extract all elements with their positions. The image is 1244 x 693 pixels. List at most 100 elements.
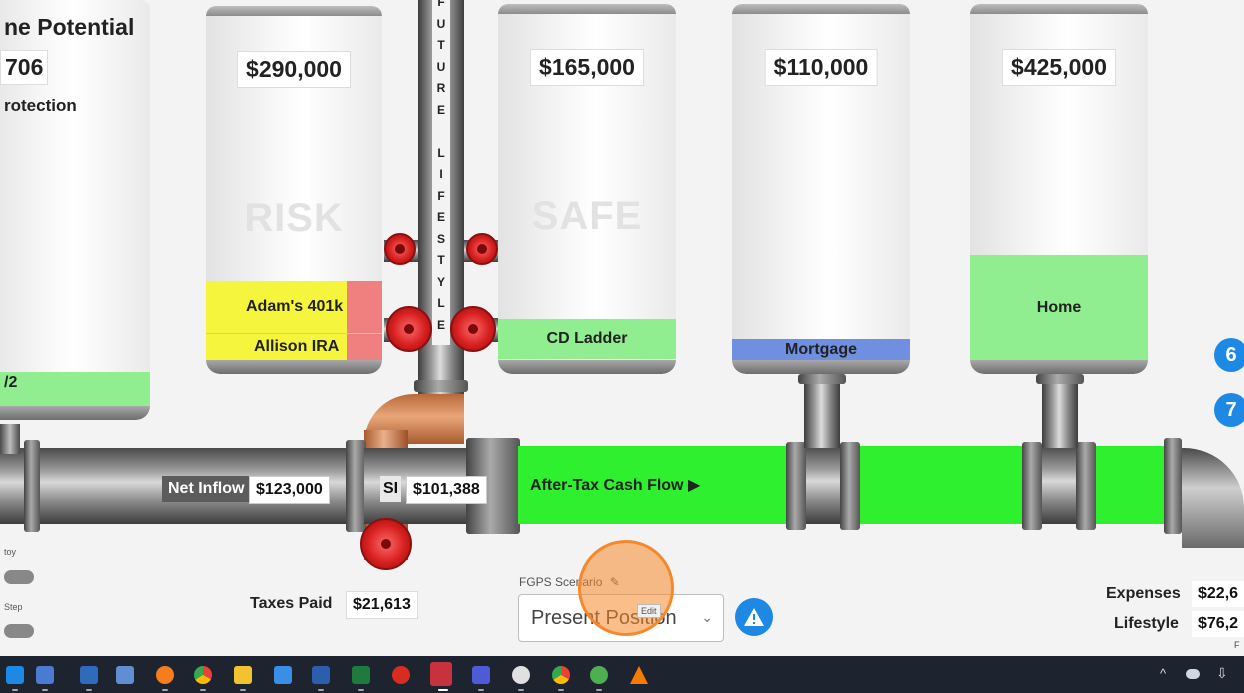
toggle1-switch[interactable] [4,570,34,584]
future-lifestyle-letter: T [437,38,445,52]
chevron-up-icon[interactable]: ^ [1160,666,1166,681]
safe-watermark: SAFE [531,194,643,238]
toggle1-label: toy [4,547,17,557]
future-lifestyle-letter: Y [436,274,445,289]
future-lifestyle-letter: F [437,0,445,9]
pipe-flange [1022,442,1042,530]
vlc-icon[interactable] [630,666,648,684]
risk-tank-value: $290,000 [237,51,351,88]
warning-icon[interactable] [735,598,773,636]
risk-item-label: Adam's 401k [246,298,344,315]
risk-tank: RISK Adam's 401k Allison IRA $290,000 [206,6,382,374]
wordpress-icon[interactable] [512,666,530,684]
protection-label: rotection [4,96,77,115]
photo-icon[interactable] [116,666,134,684]
future-lifestyle-letter: I [439,167,443,181]
store-icon[interactable] [6,666,24,684]
clipboard-icon[interactable] [36,666,54,684]
right-footer-text: F [1234,640,1240,650]
safe-fill-cd-ladder[interactable]: CD Ladder [498,319,676,359]
mortgage-fill[interactable]: Mortgage [732,339,910,361]
pipe-flange [786,442,806,530]
future-lifestyle-letter: E [436,102,445,117]
inflow-elbow-pipe [0,424,20,454]
future-lifestyle-letter: T [437,253,445,267]
home-fill-label: Home [1036,299,1082,316]
left-tank-fill [0,372,150,406]
chevron-down-icon: ⌄ [701,609,713,625]
lifestyle-value: $76,2 [1192,611,1244,637]
usb-icon[interactable]: ⇩ [1216,665,1228,682]
valve-icon[interactable] [386,306,432,352]
cloud-icon[interactable] [1186,669,1200,679]
gear-icon[interactable] [274,666,292,684]
net-inflow-value: $123,000 [249,476,330,504]
net-inflow-label: Net Inflow [162,476,251,502]
pipe-flange [1076,442,1096,530]
edit-tooltip: Edit [637,604,661,618]
future-lifestyle-letter: R [436,81,446,95]
future-lifestyle-letter [434,121,448,143]
expenses-value: $22,6 [1192,581,1244,607]
future-lifestyle-letter: L [437,296,445,310]
chrome-icon[interactable] [194,666,212,684]
home-tank-value: $425,000 [1002,49,1116,86]
future-lifestyle-letter: S [436,231,445,246]
si-value: $101,388 [406,476,487,504]
future-lifestyle-letter: U [436,16,446,31]
acrobat-icon[interactable] [392,666,410,684]
income-potential-value: 706 [0,50,49,85]
tee-joint [806,446,840,524]
pipe-flange [1036,374,1084,384]
risk-item-label: Allison IRA [254,338,340,355]
expenses-label: Expenses [1106,585,1181,602]
toggle2-label: Step [4,602,23,612]
safe-tank-value: $165,000 [530,49,644,86]
future-lifestyle-letter: E [436,210,445,224]
mortgage-tank: Mortgage $110,000 [732,4,910,374]
word-icon[interactable] [312,666,330,684]
si-label: SI [380,476,402,502]
left-tank-bottom-label: /2 [4,374,18,391]
safe-tank: SAFE CD Ladder $165,000 [498,4,676,374]
valve-icon[interactable] [466,233,498,265]
risk-item-allison-ira[interactable]: Allison IRA [206,333,382,360]
safe-fill-label: CD Ladder [546,330,628,347]
pipe-flange [346,440,366,532]
pipe-flange [798,374,846,384]
taxes-paid-label: Taxes Paid [250,595,333,612]
pipe-flange [414,380,468,392]
taskbar: ^ ⇩ [0,656,1244,693]
toggle2-switch[interactable] [4,624,34,638]
chrome-alt-icon[interactable] [552,666,570,684]
lifestyle-label: Lifestyle [1114,615,1179,632]
future-lifestyle-label: FUTURE LIFESTYLE [434,0,448,336]
valve-icon[interactable] [450,306,496,352]
badge-7[interactable]: 7 [1214,393,1244,427]
taxes-valve-icon[interactable] [360,518,412,570]
badge-6[interactable]: 6 [1214,338,1244,372]
calculator-icon[interactable] [80,666,98,684]
home-tank: Home $425,000 [970,4,1148,374]
after-tax-cash-flow-label: After-Tax Cash Flow ▶ [530,477,701,494]
valve-icon[interactable] [384,233,416,265]
future-lifestyle-letter: L [437,145,445,160]
pipe-flange [840,442,860,530]
future-lifestyle-letter: F [437,188,445,203]
mortgage-fill-label: Mortgage [785,341,857,358]
taxes-paid-value: $21,613 [346,591,418,619]
zoom-icon[interactable] [430,662,452,686]
firefox-icon[interactable] [156,666,174,684]
folder-icon[interactable] [234,666,252,684]
green-app-icon[interactable] [590,666,608,684]
home-drop-pipe [1042,376,1078,448]
risk-watermark: RISK [244,196,344,240]
focus-highlight [578,540,674,636]
excel-icon[interactable] [352,666,370,684]
home-fill[interactable]: Home [970,255,1148,361]
risk-item-adams-401k[interactable]: Adam's 401k [206,281,382,333]
pipe-flange [24,440,40,532]
mortgage-drop-pipe [804,376,840,448]
notes-icon[interactable] [472,666,490,684]
tee-joint [1042,446,1076,524]
